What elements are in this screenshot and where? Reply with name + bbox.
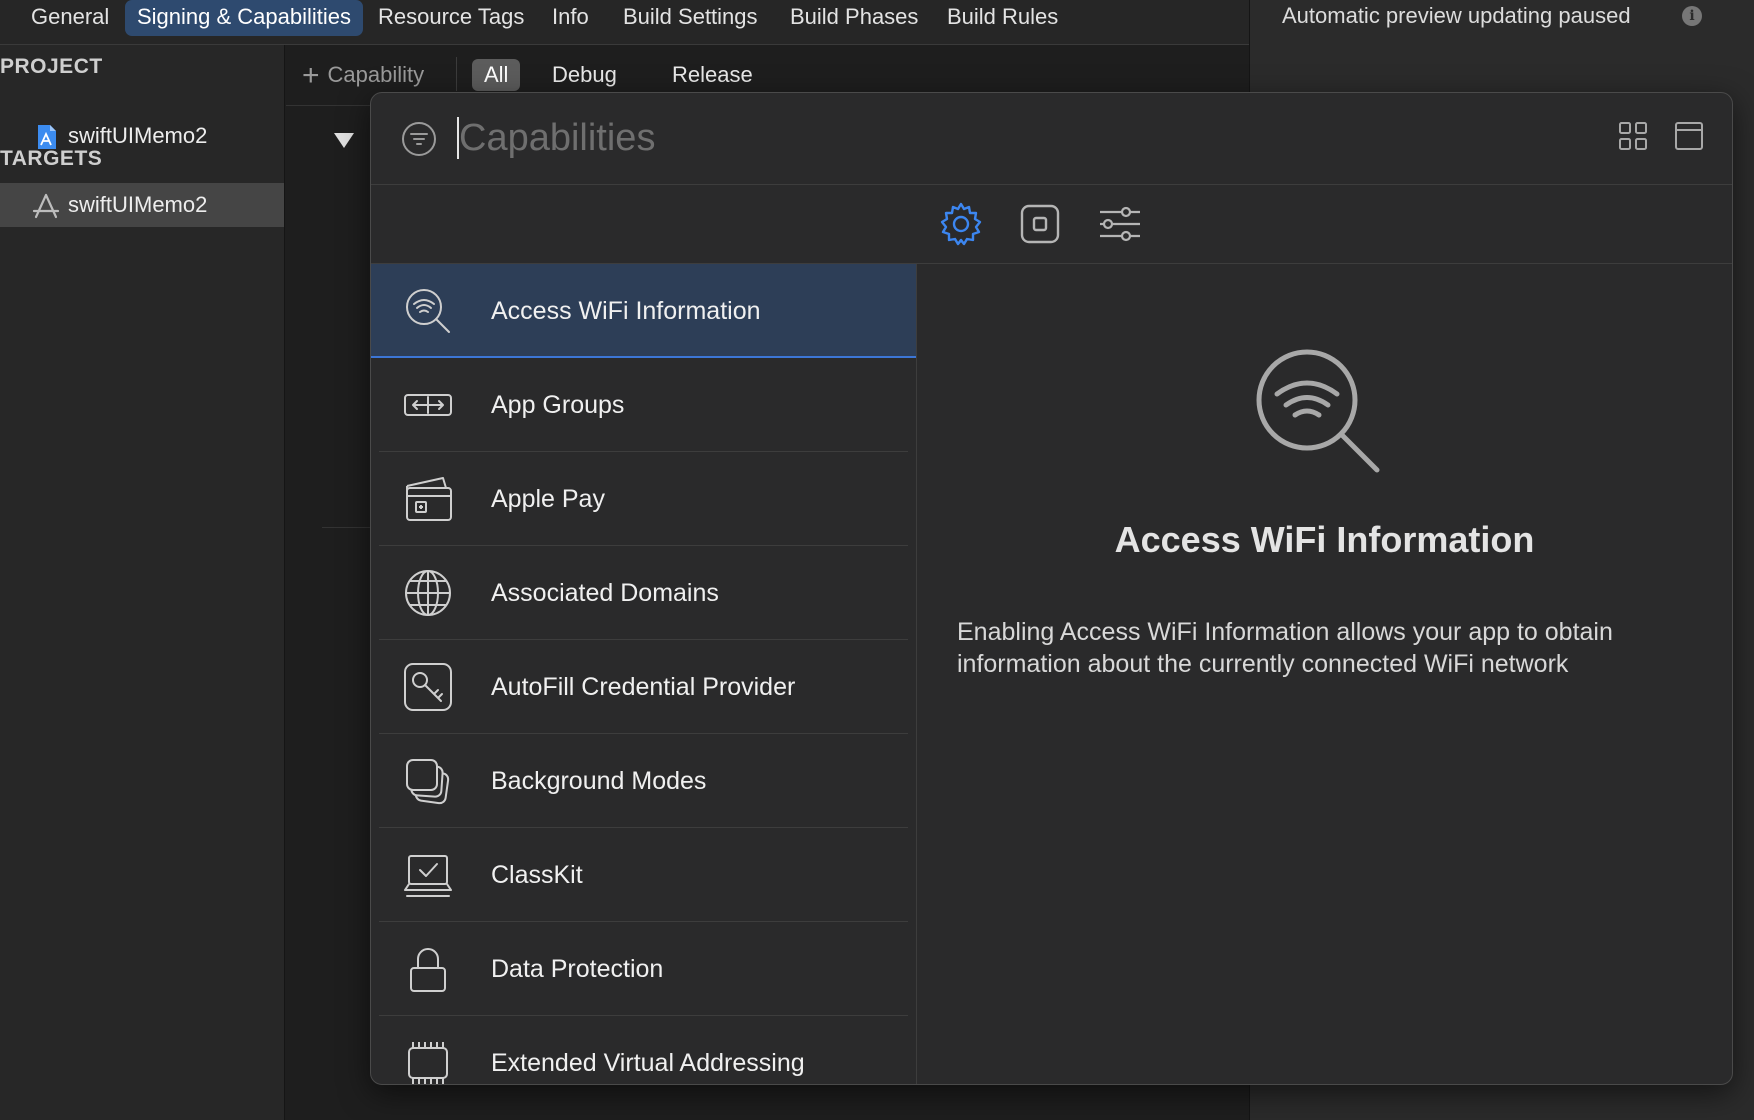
capability-item-background-modes[interactable]: Background Modes xyxy=(371,734,916,828)
app-target-icon xyxy=(32,192,60,220)
disclosure-triangle[interactable] xyxy=(334,133,354,148)
capability-item-data-protection[interactable]: Data Protection xyxy=(371,922,916,1016)
tab-info[interactable]: Info xyxy=(540,0,601,36)
config-all-button[interactable]: All xyxy=(472,59,521,91)
tab-resource-tags[interactable]: Resource Tags xyxy=(366,0,536,36)
capability-label: ClassKit xyxy=(491,861,583,889)
capability-label: Extended Virtual Addressing xyxy=(491,1049,805,1077)
preview-status-text: Automatic preview updating paused xyxy=(1282,3,1631,28)
key-icon xyxy=(403,662,453,712)
editor-divider xyxy=(322,527,376,528)
capability-item-apple-pay[interactable]: Apple Pay xyxy=(371,452,916,546)
app-groups-icon xyxy=(403,380,453,430)
capability-item-access-wifi[interactable]: Access WiFi Information xyxy=(371,264,916,358)
detail-view-icon[interactable] xyxy=(1674,121,1704,151)
apple-pay-icon xyxy=(403,474,453,524)
config-debug-button[interactable]: Debug xyxy=(540,59,629,91)
capability-label: App Groups xyxy=(491,391,625,419)
capability-item-app-groups[interactable]: App Groups xyxy=(371,358,916,452)
sliders-icon[interactable] xyxy=(1096,200,1144,248)
capability-label: Apple Pay xyxy=(491,485,605,513)
capability-list: Access WiFi Information App Groups Apple… xyxy=(371,264,917,1084)
tab-build-rules[interactable]: Build Rules xyxy=(935,0,1070,36)
filter-icon[interactable] xyxy=(401,121,437,157)
project-navigator: PROJECT swiftUIMemo2 TARGETS swiftUIMemo… xyxy=(0,45,285,1120)
capability-label: Data Protection xyxy=(491,955,664,983)
editor-tab-bar: General Signing & Capabilities Resource … xyxy=(0,0,1249,45)
capabilities-search-input[interactable] xyxy=(459,113,1359,163)
targets-heading: TARGETS xyxy=(0,147,103,170)
capability-item-associated-domains[interactable]: Associated Domains xyxy=(371,546,916,640)
target-item[interactable]: swiftUIMemo2 xyxy=(0,183,284,227)
capability-detail-pane: Access WiFi Information Enabling Access … xyxy=(917,264,1732,1084)
chip-icon xyxy=(403,1038,453,1084)
background-modes-icon xyxy=(403,756,453,806)
toolbar-separator xyxy=(456,57,457,91)
capability-item-autofill[interactable]: AutoFill Credential Provider xyxy=(371,640,916,734)
tab-general[interactable]: General xyxy=(19,0,121,36)
capability-label: Associated Domains xyxy=(491,579,719,607)
library-filter-bar xyxy=(371,185,1732,264)
gear-icon[interactable] xyxy=(937,200,985,248)
target-item-label: swiftUIMemo2 xyxy=(68,192,208,217)
wifi-search-icon xyxy=(403,286,453,336)
library-search-bar xyxy=(371,93,1732,185)
plus-icon: + xyxy=(302,59,320,92)
capability-label: Access WiFi Information xyxy=(491,297,761,325)
classkit-icon xyxy=(403,850,453,900)
add-capability-label: Capability xyxy=(327,62,425,87)
capability-label: AutoFill Credential Provider xyxy=(491,673,796,701)
wifi-search-icon xyxy=(1245,342,1385,482)
capabilities-library-popover: Access WiFi Information App Groups xyxy=(370,92,1733,1085)
square-icon[interactable] xyxy=(1016,200,1064,248)
config-release-button[interactable]: Release xyxy=(660,59,765,91)
tab-build-settings[interactable]: Build Settings xyxy=(611,0,770,36)
info-icon[interactable]: i xyxy=(1682,6,1702,26)
capability-item-extended-virtual-addressing[interactable]: Extended Virtual Addressing xyxy=(371,1016,916,1084)
grid-view-icon[interactable] xyxy=(1618,121,1648,151)
lock-icon xyxy=(403,944,453,994)
capability-item-classkit[interactable]: ClassKit xyxy=(371,828,916,922)
globe-icon xyxy=(403,568,453,618)
tab-build-phases[interactable]: Build Phases xyxy=(778,0,930,36)
detail-title: Access WiFi Information xyxy=(1114,519,1535,560)
add-capability-button[interactable]: + Capability xyxy=(302,59,425,92)
detail-description: Enabling Access WiFi Information allows … xyxy=(957,618,1613,678)
project-heading: PROJECT xyxy=(0,55,103,78)
capability-label: Background Modes xyxy=(491,767,707,795)
tab-signing-capabilities[interactable]: Signing & Capabilities xyxy=(125,0,364,36)
